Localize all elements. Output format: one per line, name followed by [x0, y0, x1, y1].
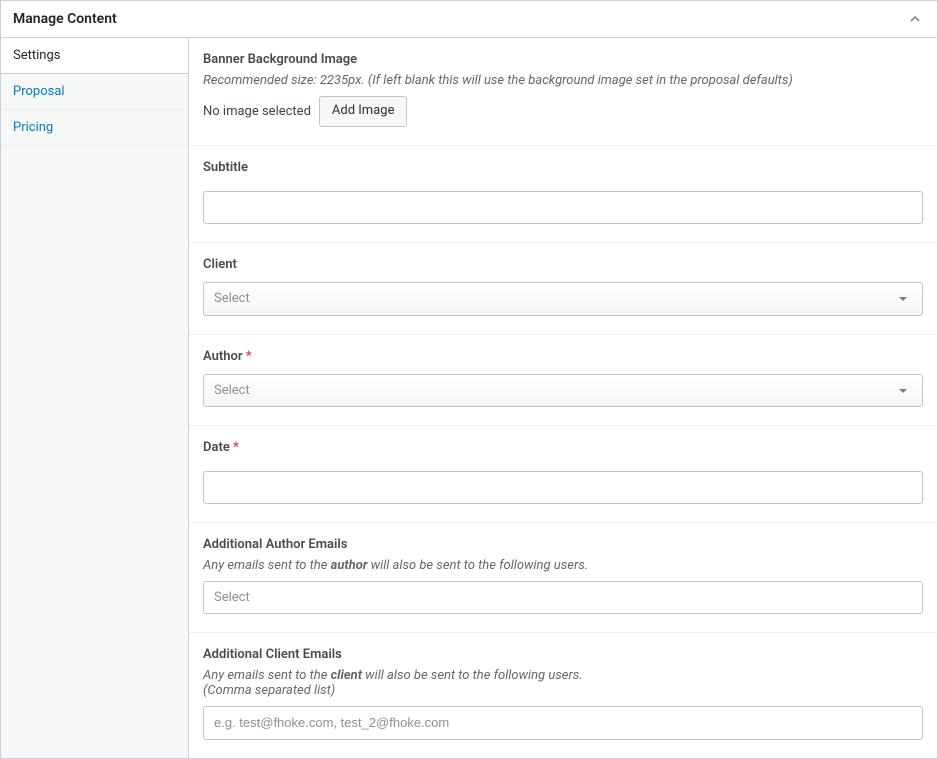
- additional-author-section: Additional Author Emails Any emails sent…: [189, 523, 937, 633]
- additional-client-section: Additional Client Emails Any emails sent…: [189, 633, 937, 758]
- banner-image-row: No image selected Add Image: [203, 96, 923, 127]
- chevron-down-icon: [894, 382, 912, 400]
- sidebar-item-label: Settings: [13, 48, 60, 63]
- add-image-button[interactable]: Add Image: [319, 96, 408, 127]
- sidebar-item-label: Pricing: [13, 120, 53, 135]
- additional-client-input[interactable]: [203, 706, 923, 740]
- author-section: Author * Select: [189, 335, 937, 427]
- subtitle-section: Subtitle: [189, 146, 937, 244]
- client-select-placeholder: Select: [214, 289, 250, 309]
- chevron-up-icon: [910, 14, 920, 24]
- chevron-down-icon: [894, 290, 912, 308]
- sidebar-item-pricing[interactable]: Pricing: [1, 110, 188, 146]
- required-marker: *: [233, 440, 239, 455]
- sidebar: Settings Proposal Pricing: [1, 38, 189, 758]
- subtitle-input[interactable]: [203, 191, 923, 225]
- panel-body: Settings Proposal Pricing Banner Backgro…: [1, 38, 937, 758]
- panel-title: Manage Content: [13, 11, 117, 27]
- additional-author-select[interactable]: Select: [203, 581, 923, 614]
- sidebar-item-proposal[interactable]: Proposal: [1, 74, 188, 110]
- additional-author-desc: Any emails sent to the author will also …: [203, 558, 923, 573]
- required-marker: *: [246, 349, 252, 364]
- banner-label: Banner Background Image: [203, 52, 923, 67]
- sidebar-item-settings[interactable]: Settings: [1, 38, 188, 74]
- panel-header: Manage Content: [1, 1, 937, 38]
- no-image-text: No image selected: [203, 104, 311, 119]
- date-label: Date *: [203, 440, 923, 455]
- additional-author-placeholder: Select: [214, 590, 250, 605]
- author-select-placeholder: Select: [214, 381, 250, 401]
- client-section: Client Select: [189, 243, 937, 335]
- client-label: Client: [203, 257, 923, 272]
- manage-content-panel: Manage Content Settings Proposal Pricing…: [0, 0, 938, 759]
- banner-section: Banner Background Image Recommended size…: [189, 38, 937, 146]
- additional-client-label: Additional Client Emails: [203, 647, 923, 662]
- sidebar-item-label: Proposal: [13, 84, 65, 99]
- banner-description: Recommended size: 2235px. (If left blank…: [203, 73, 923, 88]
- subtitle-label: Subtitle: [203, 160, 923, 175]
- date-section: Date *: [189, 426, 937, 523]
- content-area: Banner Background Image Recommended size…: [189, 38, 937, 758]
- collapse-toggle[interactable]: [905, 9, 925, 29]
- date-input[interactable]: [203, 471, 923, 504]
- additional-author-label: Additional Author Emails: [203, 537, 923, 552]
- additional-client-desc: Any emails sent to the client will also …: [203, 668, 923, 698]
- client-select[interactable]: Select: [203, 282, 923, 316]
- author-select[interactable]: Select: [203, 374, 923, 408]
- author-label: Author *: [203, 349, 923, 364]
